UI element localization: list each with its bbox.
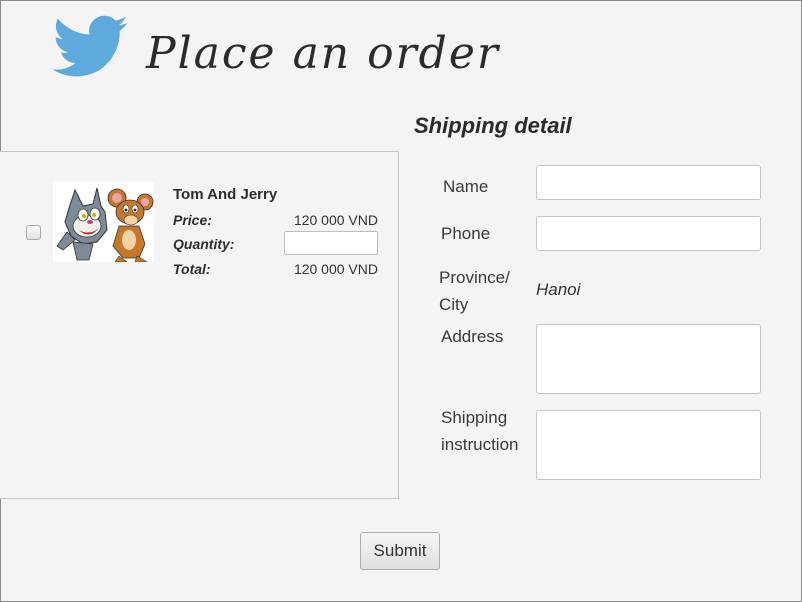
shipping-instruction-label: Shipping instruction [441,408,519,454]
total-value: 120 000 VND [293,261,378,277]
quantity-input[interactable] [284,231,378,255]
item-select-checkbox[interactable] [26,225,41,240]
page-title: Place an order [146,28,500,79]
address-field[interactable] [536,324,761,394]
shipping-instruction-field[interactable] [536,410,761,480]
price-value: 120 000 VND [293,212,378,228]
province-value: Hanoi [536,280,581,299]
phone-label: Phone [441,224,491,243]
address-label: Address [441,327,504,346]
total-label: Total: [173,261,211,277]
twitter-bird-icon [50,10,132,80]
tom-and-jerry-image [53,182,154,263]
shipping-title: Shipping detail [414,113,572,138]
submit-button[interactable]: Submit [360,532,440,570]
name-label: Name [443,177,489,196]
province-label: Province/ City [439,268,510,314]
item-name: Tom And Jerry [173,186,278,203]
price-label: Price: [173,212,212,228]
phone-field[interactable] [536,216,761,251]
name-field[interactable] [536,165,761,200]
quantity-label: Quantity: [173,236,235,252]
